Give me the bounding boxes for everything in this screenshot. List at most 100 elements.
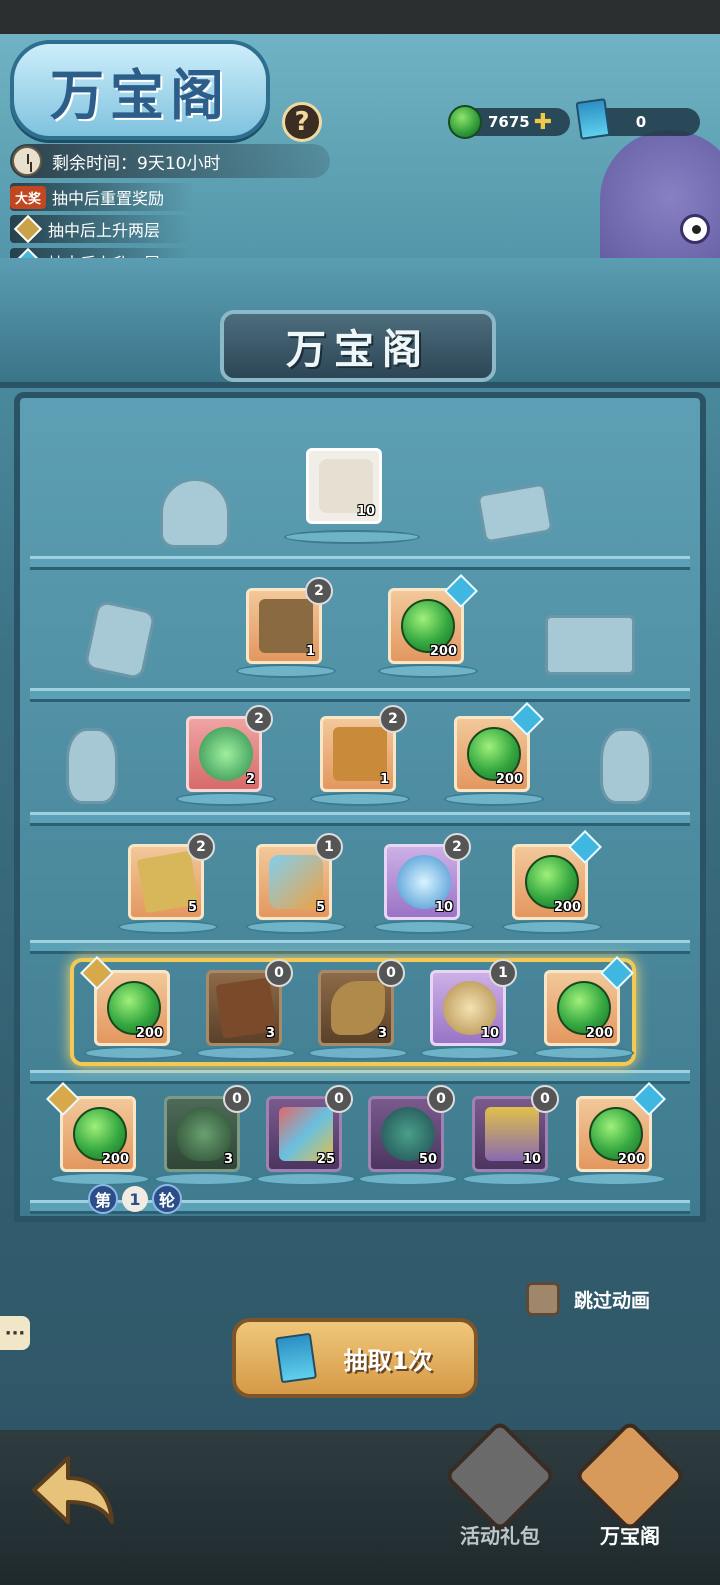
mystery-chest-item[interactable]: 2 1 (246, 577, 333, 664)
item-quantity: 10 (356, 504, 375, 519)
item-quantity: 200 (495, 772, 523, 787)
remaining-count: 2 (245, 705, 273, 733)
purple-chest-item[interactable]: 0 10 (472, 1085, 559, 1172)
mystery-chest-icon (259, 599, 313, 653)
scroll-item[interactable]: 2 5 (128, 833, 215, 920)
jade-item[interactable]: 200 (576, 1082, 666, 1172)
incense-burner-decoration (160, 478, 230, 548)
add-jade-icon[interactable]: ✚ (534, 110, 552, 135)
item-quantity: 5 (187, 900, 197, 915)
remaining-count: 2 (187, 833, 215, 861)
item-quantity: 10 (480, 1026, 499, 1041)
remaining-count: 2 (443, 833, 471, 861)
jade-currency: 7675 ✚ (448, 105, 570, 139)
grand-prize-badge: 大奖 (10, 185, 47, 209)
gift-bag-icon (443, 1419, 557, 1533)
item-quantity: 3 (265, 1026, 275, 1041)
remaining-count: 2 (305, 577, 333, 605)
item-quantity: 2 (245, 772, 255, 787)
remaining-count: 0 (531, 1085, 559, 1113)
remaining-time: 剩余时间：9天10小时 (10, 144, 330, 178)
skip-animation-toggle[interactable]: 跳过动画 (526, 1282, 650, 1316)
item-pedestal (420, 1046, 520, 1060)
skip-label: 跳过动画 (574, 1289, 651, 1312)
help-button[interactable]: ? (282, 102, 322, 142)
remaining-count: 0 (377, 959, 405, 987)
item-pedestal (310, 792, 410, 806)
item-pedestal (378, 664, 478, 678)
egg-item[interactable]: 0 3 (164, 1085, 251, 1172)
crystal-ball-item[interactable]: 2 10 (384, 833, 471, 920)
item-quantity: 200 (553, 900, 581, 915)
vase-decoration (600, 728, 652, 804)
item-pedestal (236, 664, 336, 678)
round-prefix: 第 (88, 1184, 118, 1214)
banner-item[interactable]: 0 3 (206, 959, 293, 1046)
round-indicator: 第 1 轮 (88, 1184, 182, 1214)
pavilion-title: 万宝阁 (286, 326, 430, 373)
item-pedestal (534, 1046, 634, 1060)
taiji-disc-item[interactable]: 1 10 (430, 959, 517, 1046)
shelf (30, 812, 690, 826)
rule-up-two: 抽中后上升两层 (10, 214, 191, 244)
spirit-orb-item[interactable]: 2 2 (186, 705, 273, 792)
item-pedestal (284, 530, 420, 544)
item-pedestal (308, 1046, 408, 1060)
staff-item[interactable]: 0 3 (318, 959, 405, 1046)
jade-amount: 7675 (488, 113, 530, 131)
jade-item[interactable]: 200 (80, 956, 170, 1046)
jade-item[interactable]: 200 (454, 702, 544, 792)
tab-treasure-pavilion[interactable]: 万宝阁 (570, 1419, 690, 1549)
jade-item[interactable]: 200 (388, 574, 478, 664)
jade-item[interactable]: 200 (46, 1082, 136, 1172)
item-quantity: 50 (418, 1152, 437, 1167)
status-bar (0, 0, 720, 34)
rule-text: 抽中后上升两层 (48, 221, 161, 240)
round-suffix: 轮 (152, 1184, 182, 1214)
item-pedestal (246, 920, 346, 934)
round-number: 1 (122, 1186, 148, 1212)
item-quantity: 200 (429, 644, 457, 659)
shelf (30, 1070, 690, 1084)
remaining-count: 0 (223, 1085, 251, 1113)
item-pedestal (566, 1172, 666, 1186)
item-quantity: 25 (316, 1152, 335, 1167)
logo-text: 万宝阁 (50, 62, 230, 127)
item-pedestal (462, 1172, 562, 1186)
shelf (30, 556, 690, 570)
tab-event-gift-pack[interactable]: 活动礼包 (440, 1419, 560, 1549)
remaining-count: 1 (489, 959, 517, 987)
fire-crystal-icon (269, 855, 323, 909)
item-pedestal (196, 1046, 296, 1060)
rule-grand-prize: 大奖 抽中后重置奖励 (10, 183, 195, 211)
sprout-orb-item[interactable]: 0 50 (368, 1085, 455, 1172)
draw-label: 抽取1次 (343, 1346, 433, 1375)
gem-chest-item[interactable]: 0 25 (266, 1085, 353, 1172)
ticket-icon (575, 98, 611, 140)
item-quantity: 10 (522, 1152, 541, 1167)
item-quantity: 200 (617, 1152, 645, 1167)
grand-prize-item[interactable]: 10 (306, 448, 382, 524)
chest-decoration (545, 615, 635, 675)
gold-chest-item[interactable]: 2 1 (320, 705, 407, 792)
chat-button[interactable]: ··· (0, 1316, 30, 1350)
item-quantity: 3 (377, 1026, 387, 1041)
shelf (30, 940, 690, 954)
remaining-count: 0 (265, 959, 293, 987)
item-quantity: 200 (135, 1026, 163, 1041)
item-quantity: 1 (305, 644, 315, 659)
rule-text: 抽中后重置奖励 (52, 189, 165, 208)
spirit-orb-icon (199, 727, 253, 781)
egg-icon (177, 1107, 231, 1161)
back-arrow-icon[interactable] (28, 1450, 118, 1530)
draw-once-button[interactable]: 抽取1次 (232, 1318, 478, 1398)
jade-item[interactable]: 200 (544, 956, 634, 1046)
item-pedestal (502, 920, 602, 934)
item-pedestal (374, 920, 474, 934)
fire-crystal-item[interactable]: 1 5 (256, 833, 343, 920)
item-quantity: 200 (585, 1026, 613, 1041)
item-pedestal (256, 1172, 356, 1186)
jade-item[interactable]: 200 (512, 830, 602, 920)
skip-checkbox[interactable] (526, 1282, 560, 1316)
item-quantity: 200 (101, 1152, 129, 1167)
